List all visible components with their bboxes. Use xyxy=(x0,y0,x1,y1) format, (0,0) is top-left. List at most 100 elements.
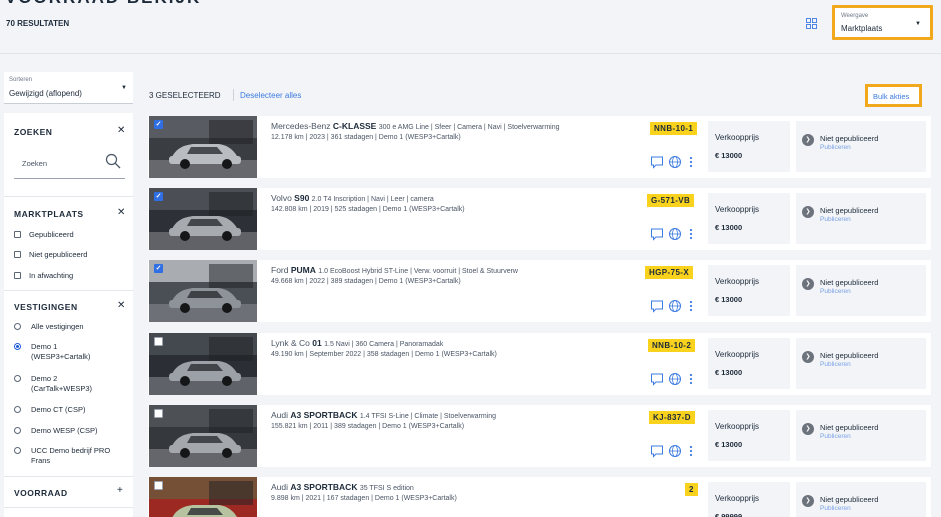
checkbox-gepubliceerd[interactable]: Gepubliceerd xyxy=(14,230,74,240)
radio-ucc-demo[interactable]: UCC Demo bedrijf PRO Frans xyxy=(14,446,114,466)
vehicle-variant: 35 TFSI S edition xyxy=(359,485,414,492)
option-label: Alle vestigingen xyxy=(31,322,84,331)
close-icon[interactable]: ✕ xyxy=(117,300,125,311)
deselect-all-link[interactable]: Deselecteer alles xyxy=(240,91,301,100)
weergave-select[interactable]: Weergave Marktplaats ▼ xyxy=(832,5,933,40)
globe-icon xyxy=(669,156,681,168)
publish-link[interactable]: Publiceren xyxy=(820,216,851,223)
select-checkbox[interactable]: ✓ xyxy=(154,120,163,129)
radio-demo-1[interactable]: Demo 1 (WESP3+Cartalk) xyxy=(14,342,114,362)
price-value: € 13000 xyxy=(715,440,743,449)
license-plate: 2 xyxy=(685,483,698,496)
vehicle-variant: 2.0 T4 Inscription | Navi | Leer | camer… xyxy=(311,196,434,203)
vehicle-card[interactable]: ✓ Ford PUMA 1.0 EcoBoost Hybrid ST-Line … xyxy=(148,260,931,322)
vehicle-photo[interactable]: ✓ xyxy=(149,116,257,178)
vehicle-title[interactable]: Ford PUMA 1.0 EcoBoost Hybrid ST-Line | … xyxy=(271,265,518,275)
publish-link[interactable]: Publiceren xyxy=(820,433,851,440)
divider xyxy=(233,89,234,101)
vehicle-title[interactable]: Lynk & Co 01 1.5 Navi | 360 Camera | Pan… xyxy=(271,338,443,348)
car-image xyxy=(149,260,257,322)
vehicle-title[interactable]: Audi A3 SPORTBACK 1.4 TFSI S-Line | Clim… xyxy=(271,410,496,420)
price-label: Verkoopprijs xyxy=(715,133,760,142)
globe-icon xyxy=(669,445,681,457)
car-image xyxy=(149,116,257,178)
price-value: € 99999 xyxy=(715,512,743,517)
checkbox[interactable] xyxy=(14,272,21,279)
search-icon[interactable] xyxy=(105,153,121,169)
vehicle-card[interactable]: ✓ Volvo S90 2.0 T4 Inscription | Navi | … xyxy=(148,188,931,250)
radio-demo-2[interactable]: Demo 2 (CarTalk+WESP3) xyxy=(14,374,114,394)
search-input[interactable]: Zoeken xyxy=(14,147,125,179)
price-label: Verkoopprijs xyxy=(715,494,760,503)
section-title-marktplaats: MARKTPLAATS xyxy=(14,209,84,219)
vehicle-title[interactable]: Mercedes-Benz C-KLASSE 300 e AMG Line | … xyxy=(271,121,560,131)
publish-panel: ❯ Niet gepubliceerd Publiceren xyxy=(796,193,926,244)
radio[interactable] xyxy=(14,427,21,434)
price-panel: Verkoopprijs € 13000 xyxy=(708,410,790,461)
radio-demo-wesp[interactable]: Demo WESP (CSP) xyxy=(14,426,98,436)
vehicle-photo[interactable] xyxy=(149,333,257,395)
radio-demo-ct[interactable]: Demo CT (CSP) xyxy=(14,405,85,415)
radio-selected[interactable] xyxy=(14,343,21,350)
publish-link[interactable]: Publiceren xyxy=(820,144,851,151)
vehicle-card[interactable]: Audi A3 SPORTBACK 1.4 TFSI S-Line | Clim… xyxy=(148,405,931,467)
publish-link[interactable]: Publiceren xyxy=(820,361,851,368)
vehicle-card[interactable]: ✓ Mercedes-Benz C-KLASSE 300 e AMG Line … xyxy=(148,116,931,178)
publish-status: Niet gepubliceerd xyxy=(820,206,879,215)
grid-view-icon[interactable] xyxy=(806,18,817,29)
price-label: Verkoopprijs xyxy=(715,422,760,431)
price-value: € 13000 xyxy=(715,368,743,377)
car-image xyxy=(149,405,257,467)
more-vertical-icon xyxy=(689,228,693,240)
bulk-actions-label: Bulk akties xyxy=(873,92,910,101)
vehicle-card[interactable]: Audi A3 SPORTBACK 35 TFSI S edition 9.89… xyxy=(148,477,931,517)
vehicle-photo[interactable]: ✓ xyxy=(149,260,257,322)
vehicle-title[interactable]: Audi A3 SPORTBACK 35 TFSI S edition xyxy=(271,482,414,492)
bulk-actions-button[interactable]: Bulk akties xyxy=(865,84,922,107)
vehicle-make: Ford xyxy=(271,265,289,275)
radio[interactable] xyxy=(14,375,21,382)
publish-link[interactable]: Publiceren xyxy=(820,288,851,295)
vehicle-photo[interactable] xyxy=(149,405,257,467)
select-checkbox[interactable] xyxy=(154,337,163,346)
option-label: Demo CT (CSP) xyxy=(31,405,86,414)
price-panel: Verkoopprijs € 13000 xyxy=(708,338,790,389)
select-checkbox[interactable]: ✓ xyxy=(154,264,163,273)
radio[interactable] xyxy=(14,447,21,454)
vehicle-photo[interactable]: ✓ xyxy=(149,188,257,250)
radio[interactable] xyxy=(14,323,21,330)
close-icon[interactable]: ✕ xyxy=(117,207,125,218)
checkbox[interactable] xyxy=(14,231,21,238)
select-checkbox[interactable] xyxy=(154,481,163,490)
sort-select[interactable]: Sorteren Gewijzigd (aflopend) ▼ xyxy=(4,72,133,104)
section-title-vestigingen: VESTIGINGEN xyxy=(14,302,78,312)
vehicle-variant: 300 e AMG Line | Sfeer | Camera | Navi |… xyxy=(378,124,560,131)
option-label: Demo WESP (CSP) xyxy=(31,426,98,435)
vehicle-photo[interactable] xyxy=(149,477,257,517)
checkbox-in-afwachting[interactable]: In afwachting xyxy=(14,271,73,281)
expand-icon[interactable]: + xyxy=(117,485,123,496)
publish-panel: ❯ Niet gepubliceerd Publiceren xyxy=(796,482,926,517)
select-checkbox[interactable] xyxy=(154,409,163,418)
more-vertical-icon xyxy=(689,156,693,168)
chevron-down-icon: ▼ xyxy=(915,21,921,27)
publish-panel: ❯ Niet gepubliceerd Publiceren xyxy=(796,410,926,461)
select-checkbox[interactable]: ✓ xyxy=(154,192,163,201)
arrow-right-icon: ❯ xyxy=(802,206,814,218)
radio-alle-vestigingen[interactable]: Alle vestigingen xyxy=(14,322,84,332)
vehicle-card[interactable]: Lynk & Co 01 1.5 Navi | 360 Camera | Pan… xyxy=(148,333,931,395)
vehicle-model: A3 SPORTBACK xyxy=(290,410,358,420)
divider xyxy=(4,507,133,508)
radio[interactable] xyxy=(14,406,21,413)
results-count: 70 RESULTATEN xyxy=(6,19,70,28)
vehicle-meta: 49.190 km | September 2022 | 358 stadage… xyxy=(271,351,497,358)
checkbox[interactable] xyxy=(14,251,21,258)
vehicle-title[interactable]: Volvo S90 2.0 T4 Inscription | Navi | Le… xyxy=(271,193,434,203)
vehicle-meta: 49.668 km | 2022 | 389 stadagen | Demo 1… xyxy=(271,278,461,285)
arrow-right-icon: ❯ xyxy=(802,495,814,507)
checkbox-niet-gepubliceerd[interactable]: Niet gepubliceerd xyxy=(14,250,87,260)
option-label: Demo 1 (WESP3+Cartalk) xyxy=(31,342,91,361)
close-icon[interactable]: ✕ xyxy=(117,125,125,136)
publish-link[interactable]: Publiceren xyxy=(820,505,851,512)
car-image xyxy=(149,188,257,250)
